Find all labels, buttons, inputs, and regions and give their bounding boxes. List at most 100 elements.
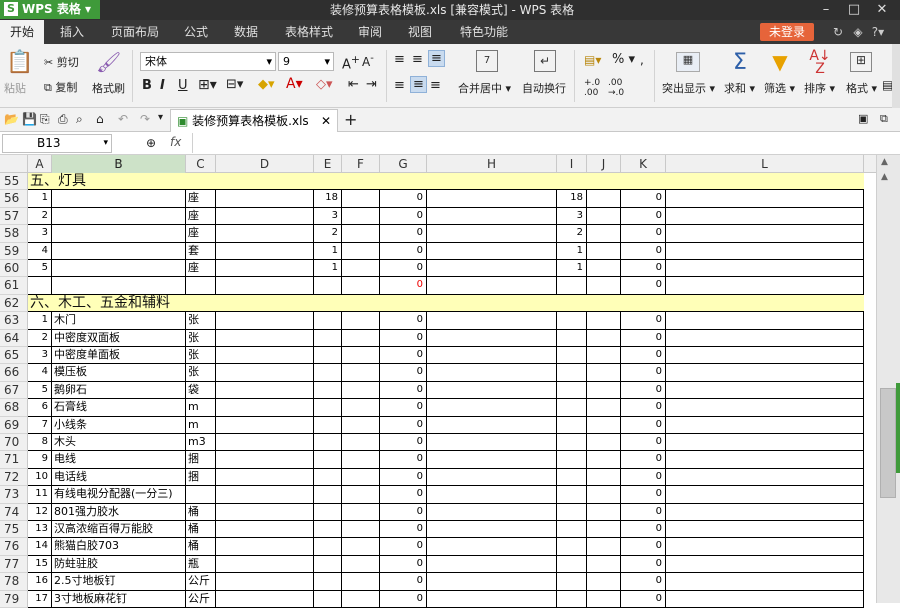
align-left-icon[interactable]: ≡ — [394, 78, 405, 93]
cell-k[interactable]: 0 — [621, 504, 666, 520]
cell-d[interactable] — [216, 486, 314, 503]
cell-i[interactable]: 3 — [557, 208, 587, 224]
cell-style-icon[interactable]: ⊟▾ — [226, 77, 243, 92]
cell-l[interactable] — [666, 190, 864, 207]
cell-b[interactable]: 801强力胶水 — [52, 504, 186, 520]
cell-f[interactable] — [342, 225, 380, 242]
cell-h[interactable] — [427, 364, 557, 381]
cell-d[interactable] — [216, 538, 314, 555]
row-header[interactable]: 60 — [0, 260, 28, 277]
cell-e[interactable] — [314, 573, 342, 590]
cell-j[interactable] — [587, 521, 621, 537]
column-header-f[interactable]: F — [342, 155, 380, 173]
tab-review[interactable]: 审阅 — [350, 20, 390, 44]
cell-f[interactable] — [342, 504, 380, 520]
cell-c[interactable]: 公斤 — [186, 573, 216, 590]
cell-b[interactable]: 有线电视分配器(一分三) — [52, 486, 186, 503]
vertical-scrollbar[interactable] — [876, 155, 900, 603]
cell-k[interactable]: 0 — [621, 538, 666, 555]
cell-h[interactable] — [427, 538, 557, 555]
cell-a[interactable]: 6 — [28, 399, 52, 416]
cell-a[interactable]: 5 — [28, 382, 52, 398]
column-header-b[interactable]: B — [52, 155, 186, 173]
cell-g[interactable]: 0 — [380, 538, 427, 555]
cell-h[interactable] — [427, 225, 557, 242]
cell-g[interactable]: 0 — [380, 260, 427, 276]
paste-icon[interactable]: 📋 — [6, 50, 33, 78]
scrollbar-thumb[interactable] — [880, 388, 896, 498]
wrap-text-button[interactable]: 自动换行 — [522, 80, 566, 96]
cell-c[interactable]: 桶 — [186, 504, 216, 520]
column-header-k[interactable]: K — [621, 155, 666, 173]
cell-g[interactable]: 0 — [380, 277, 427, 294]
cell-d[interactable] — [216, 417, 314, 433]
cell-j[interactable] — [587, 417, 621, 433]
align-middle-icon[interactable]: ≡ — [412, 52, 423, 67]
cell-d[interactable] — [216, 469, 314, 485]
cell-j[interactable] — [587, 190, 621, 207]
cell-i[interactable] — [557, 277, 587, 294]
format-button[interactable]: 格式 ▾ — [846, 80, 877, 96]
cell-e[interactable] — [314, 277, 342, 294]
cell-e[interactable] — [314, 330, 342, 346]
row-header[interactable]: 62 — [0, 295, 28, 312]
borders-icon[interactable]: ⊞▾ — [198, 77, 217, 93]
decrease-font-icon[interactable]: A- — [362, 53, 374, 69]
cell-b[interactable]: 电话线 — [52, 469, 186, 485]
cell-l[interactable] — [666, 382, 864, 398]
cell-d[interactable] — [216, 521, 314, 537]
cell-l[interactable] — [666, 260, 864, 276]
cell-g[interactable]: 0 — [380, 364, 427, 381]
cell-l[interactable] — [666, 538, 864, 555]
section-header-row[interactable]: 五、灯具 — [28, 173, 864, 190]
cell-a[interactable]: 17 — [28, 591, 52, 607]
cell-k[interactable]: 0 — [621, 277, 666, 294]
cell-e[interactable] — [314, 469, 342, 485]
side-panel-toggle[interactable] — [896, 383, 900, 473]
cell-f[interactable] — [342, 208, 380, 224]
cell-b[interactable]: 汉高浓缩百得万能胶 — [52, 521, 186, 537]
cell-k[interactable]: 0 — [621, 469, 666, 485]
cell-a[interactable]: 2 — [28, 330, 52, 346]
sort-button[interactable]: 排序 ▾ — [804, 80, 835, 96]
font-color-icon[interactable]: A▾ — [286, 76, 303, 92]
cell-i[interactable]: 18 — [557, 190, 587, 207]
cell-k[interactable]: 0 — [621, 486, 666, 503]
sync-icon[interactable]: ↻ — [830, 23, 846, 41]
cell-c[interactable]: 袋 — [186, 382, 216, 398]
cell-e[interactable] — [314, 504, 342, 520]
maximize-icon[interactable]: □ — [840, 0, 868, 20]
cell-e[interactable] — [314, 556, 342, 572]
cell-g[interactable]: 0 — [380, 556, 427, 572]
thousands-icon[interactable]: , — [640, 53, 644, 67]
cell-j[interactable] — [587, 504, 621, 520]
cell-a[interactable]: 12 — [28, 504, 52, 520]
cell-i[interactable] — [557, 469, 587, 485]
cell-f[interactable] — [342, 521, 380, 537]
cell-g[interactable]: 0 — [380, 434, 427, 450]
cell-l[interactable] — [666, 417, 864, 433]
column-header-j[interactable]: J — [587, 155, 621, 173]
align-center-icon[interactable]: ≡ — [410, 76, 427, 93]
cell-c[interactable]: 套 — [186, 243, 216, 259]
export-pdf-icon[interactable]: ⎘ — [40, 112, 50, 127]
print-icon[interactable]: ⎙ — [58, 112, 68, 127]
cell-h[interactable] — [427, 190, 557, 207]
cell-a[interactable]: 4 — [28, 243, 52, 259]
cell-b[interactable] — [52, 243, 186, 259]
cell-j[interactable] — [587, 312, 621, 329]
scroll-up-fast-icon[interactable]: ▲ — [881, 172, 888, 182]
cell-d[interactable] — [216, 190, 314, 207]
cell-j[interactable] — [587, 556, 621, 572]
cell-e[interactable] — [314, 434, 342, 450]
cell-d[interactable] — [216, 451, 314, 468]
row-header[interactable]: 76 — [0, 538, 28, 556]
tab-list-icon[interactable]: ▣ — [858, 112, 868, 125]
cell-l[interactable] — [666, 243, 864, 259]
cell-l[interactable] — [666, 330, 864, 346]
cell-g[interactable]: 0 — [380, 486, 427, 503]
new-tab-icon[interactable]: + — [344, 110, 357, 129]
cell-l[interactable] — [666, 347, 864, 363]
restore-window-icon[interactable]: ⧉ — [880, 112, 888, 126]
percent-button[interactable]: % ▾ — [612, 52, 635, 67]
